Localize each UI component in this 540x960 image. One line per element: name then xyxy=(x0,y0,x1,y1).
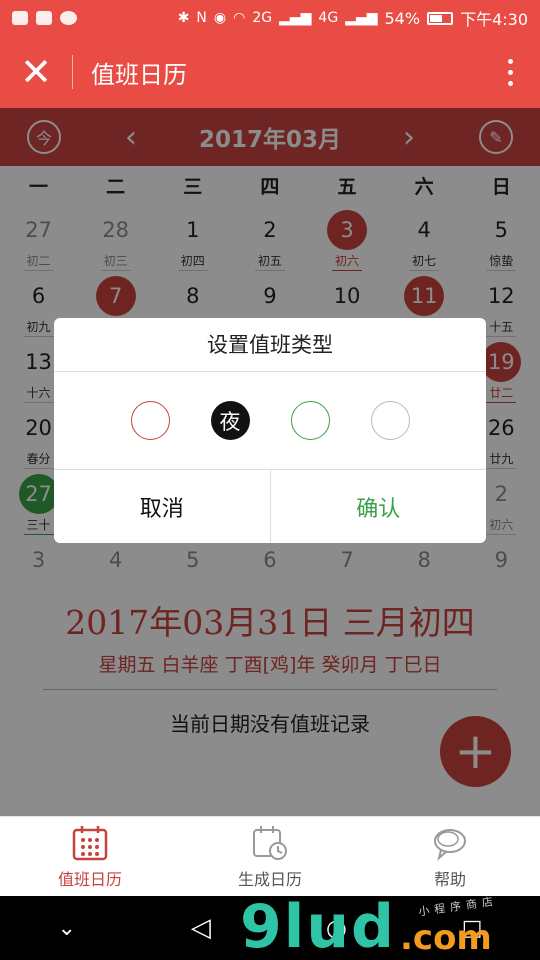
more-menu-icon[interactable] xyxy=(480,36,540,108)
close-icon[interactable]: ✕ xyxy=(0,36,72,108)
clock: 下午4:30 xyxy=(460,10,528,29)
divider xyxy=(72,55,73,89)
battery-level: 54% xyxy=(384,8,421,28)
nav-label: 帮助 xyxy=(433,869,466,889)
bluetooth-icon: ✱ xyxy=(177,10,190,26)
mail-icon xyxy=(36,11,52,25)
nav-label: 值班日历 xyxy=(57,869,122,889)
nfc-icon: N xyxy=(196,10,207,26)
network-label-2g: 2G xyxy=(252,10,273,26)
nav-generate-calendar[interactable]: 生成日历 xyxy=(180,817,360,896)
battery-icon xyxy=(427,11,454,25)
cancel-button[interactable]: 取消 xyxy=(54,470,271,543)
nav-duty-calendar[interactable]: 值班日历 xyxy=(0,817,180,896)
watermark-logo: 9lud xyxy=(240,892,396,960)
chat-bubble-icon xyxy=(434,828,466,861)
duty-type-option[interactable]: 夜 xyxy=(210,401,250,440)
back-icon[interactable]: ◁ xyxy=(191,913,211,943)
wifi-icon: ◠ xyxy=(233,10,246,26)
watermark-suffix: .com xyxy=(400,918,492,958)
duty-type-options: 夜 xyxy=(54,372,486,470)
chat-icon xyxy=(60,11,77,25)
calendar-clock-icon xyxy=(253,825,287,860)
signal-icon: ▂▄▆ xyxy=(279,10,312,26)
app-bar: ✕ 值班日历 xyxy=(0,36,540,108)
calendar-icon xyxy=(72,825,108,860)
duty-type-option[interactable] xyxy=(290,401,330,440)
app-notification-icon xyxy=(12,11,28,25)
duty-type-option[interactable] xyxy=(130,401,170,440)
network-label-4g: 4G xyxy=(318,10,339,26)
nav-label: 生成日历 xyxy=(237,869,302,889)
duty-type-option[interactable] xyxy=(370,401,410,440)
bottom-navigation: 值班日历 生成日历 帮助 xyxy=(0,816,540,896)
nav-help[interactable]: 帮助 xyxy=(360,817,540,896)
eye-icon: ◉ xyxy=(213,10,227,26)
page-title: 值班日历 xyxy=(91,60,187,89)
signal-icon: ▂▄▆ xyxy=(345,10,378,26)
duty-type-dialog: 设置值班类型 夜 取消 确认 xyxy=(54,318,486,543)
status-bar: ✱ N ◉ ◠ 2G ▂▄▆ 4G ▂▄▆ 54% 下午4:30 xyxy=(0,0,540,36)
confirm-button[interactable]: 确认 xyxy=(271,470,487,543)
hide-keyboard-icon[interactable]: ⌄ xyxy=(57,916,75,941)
dialog-title: 设置值班类型 xyxy=(54,318,486,372)
